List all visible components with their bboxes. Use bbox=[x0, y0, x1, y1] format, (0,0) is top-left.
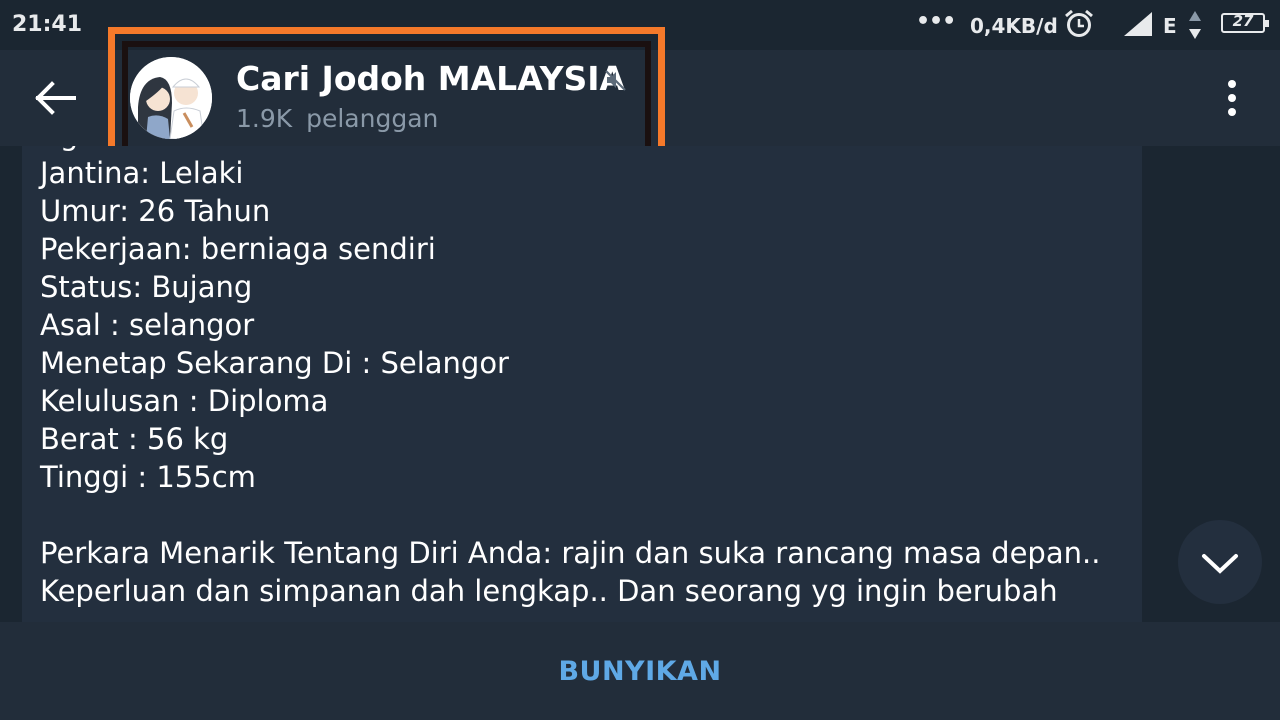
chevron-down-icon bbox=[1202, 554, 1238, 574]
channel-title[interactable]: Cari Jodoh MALAYSIA bbox=[236, 59, 625, 98]
message-line: Jantina: Lelaki bbox=[40, 156, 244, 190]
message-line: Pekerjaan: berniaga sendiri bbox=[40, 232, 436, 266]
message-line: Perkara Menarik Tentang Diri Anda: rajin… bbox=[40, 536, 1101, 570]
data-activity-icon bbox=[1188, 10, 1202, 44]
message-line: Keperluan dan simpanan dah lengkap.. Dan… bbox=[40, 574, 1058, 608]
status-time: 21:41 bbox=[12, 12, 83, 37]
back-arrow-icon bbox=[35, 81, 76, 115]
more-options-button[interactable] bbox=[1216, 76, 1248, 120]
battery-level: 27 bbox=[1232, 12, 1254, 30]
message-bubble: Agama: Islam Jantina: Lelaki Umur: 26 Ta… bbox=[22, 146, 1142, 622]
bottom-bar: BUNYIKAN bbox=[0, 622, 1280, 720]
message-text: Agama: Islam Jantina: Lelaki Umur: 26 Ta… bbox=[40, 146, 1100, 610]
network-speed: 0,4KB/d bbox=[970, 14, 1058, 38]
signal-strength-icon bbox=[1122, 10, 1154, 42]
message-line: Asal : selangor bbox=[40, 308, 255, 342]
notification-dots-icon: ••• bbox=[916, 9, 956, 34]
mute-icon bbox=[604, 68, 628, 96]
message-line: Tinggi : 155cm bbox=[40, 460, 256, 494]
chat-area[interactable]: Agama: Islam Jantina: Lelaki Umur: 26 Ta… bbox=[0, 146, 1280, 622]
message-line: Berat : 56 kg bbox=[40, 422, 229, 456]
message-spacer bbox=[40, 496, 1100, 534]
message-line: Kelulusan : Diploma bbox=[40, 384, 329, 418]
channel-avatar[interactable] bbox=[130, 57, 212, 139]
subscriber-count: 1.9K pelanggan bbox=[236, 104, 439, 133]
alarm-icon bbox=[1063, 8, 1095, 44]
back-button[interactable] bbox=[34, 80, 78, 116]
scroll-to-bottom-button[interactable] bbox=[1178, 520, 1262, 604]
more-vert-icon bbox=[1228, 80, 1236, 116]
message-line: Menetap Sekarang Di : Selangor bbox=[40, 346, 509, 380]
message-line: Umur: 26 Tahun bbox=[40, 194, 271, 228]
message-line: Status: Bujang bbox=[40, 270, 253, 304]
network-type: E bbox=[1163, 14, 1177, 38]
message-line: Agama: Islam bbox=[40, 146, 1100, 154]
battery-icon: 27 bbox=[1221, 12, 1269, 33]
unmute-button[interactable]: BUNYIKAN bbox=[0, 622, 1280, 720]
